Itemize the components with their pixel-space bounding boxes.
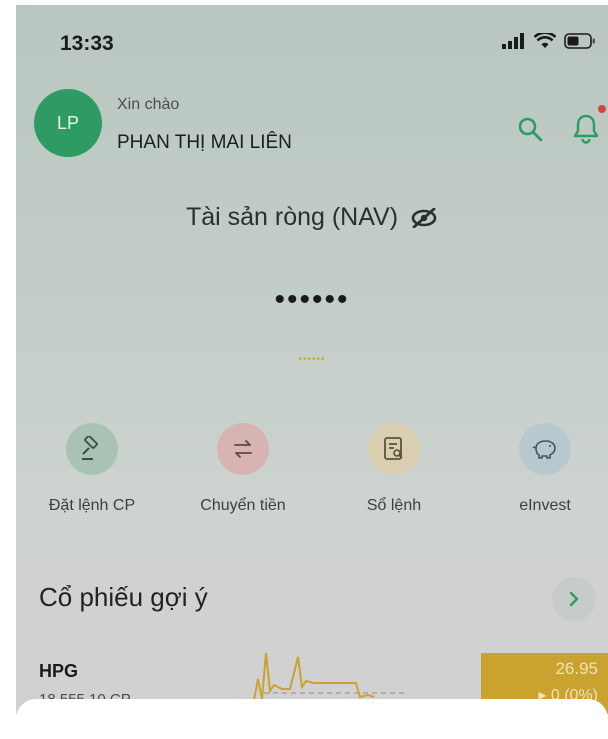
stock-symbol: HPG bbox=[39, 661, 79, 681]
bell-icon[interactable] bbox=[571, 112, 601, 144]
quick-action-label: Sổ lệnh bbox=[366, 497, 422, 514]
quick-action-circle bbox=[217, 423, 269, 475]
piggy-bank-icon bbox=[532, 440, 556, 459]
transfer-icon bbox=[234, 440, 252, 458]
quick-action-circle bbox=[368, 423, 420, 475]
quick-action-circle bbox=[519, 423, 571, 475]
quick-action-place-order[interactable]: Đặt lệnh CP bbox=[27, 423, 157, 515]
suggested-stocks-more-button[interactable] bbox=[552, 577, 596, 621]
chevron-right-icon bbox=[569, 591, 579, 607]
stock-price: 26.95 bbox=[555, 659, 598, 678]
app-screen: 13:33 LP Xin chào PHAN THỊ MAI LIÊN Tài … bbox=[16, 5, 608, 714]
avatar-initials: LP bbox=[56, 112, 80, 133]
nav-masked-value: •••••• bbox=[274, 283, 350, 316]
battery-icon bbox=[564, 33, 595, 49]
status-time: 13:33 bbox=[60, 32, 114, 55]
quick-action-circle bbox=[66, 423, 118, 475]
quick-action-transfer[interactable]: Chuyển tiền bbox=[178, 423, 308, 515]
bottom-sheet[interactable] bbox=[16, 699, 608, 739]
quick-action-order-book[interactable]: Sổ lệnh bbox=[329, 423, 459, 515]
quick-action-label: eInvest bbox=[519, 497, 571, 514]
greeting-text: Xin chào bbox=[117, 96, 180, 113]
search-icon[interactable] bbox=[516, 115, 544, 143]
username: PHAN THỊ MAI LIÊN bbox=[117, 132, 292, 153]
nav-title-row: Tài sản ròng (NAV) bbox=[16, 203, 608, 232]
suggested-stocks-title: Cổ phiếu gợi ý bbox=[39, 582, 208, 612]
status-bar: 13:33 bbox=[16, 5, 608, 75]
eye-off-icon[interactable] bbox=[410, 207, 438, 228]
order-book-icon bbox=[384, 437, 403, 460]
quick-action-label: Đặt lệnh CP bbox=[48, 497, 136, 514]
nav-title-inner: Tài sản ròng (NAV) bbox=[186, 203, 438, 232]
nav-sub-masked: •••••• bbox=[298, 354, 326, 365]
status-icons bbox=[502, 33, 596, 49]
avatar[interactable]: LP bbox=[34, 89, 102, 157]
quick-action-einvest[interactable]: eInvest bbox=[480, 423, 608, 515]
cellular-signal-icon bbox=[502, 33, 524, 49]
quick-action-label: Chuyển tiền bbox=[200, 497, 286, 514]
gavel-icon bbox=[82, 436, 98, 460]
wifi-icon bbox=[534, 33, 556, 48]
notification-dot bbox=[598, 105, 606, 113]
nav-title: Tài sản ròng (NAV) bbox=[185, 203, 399, 231]
